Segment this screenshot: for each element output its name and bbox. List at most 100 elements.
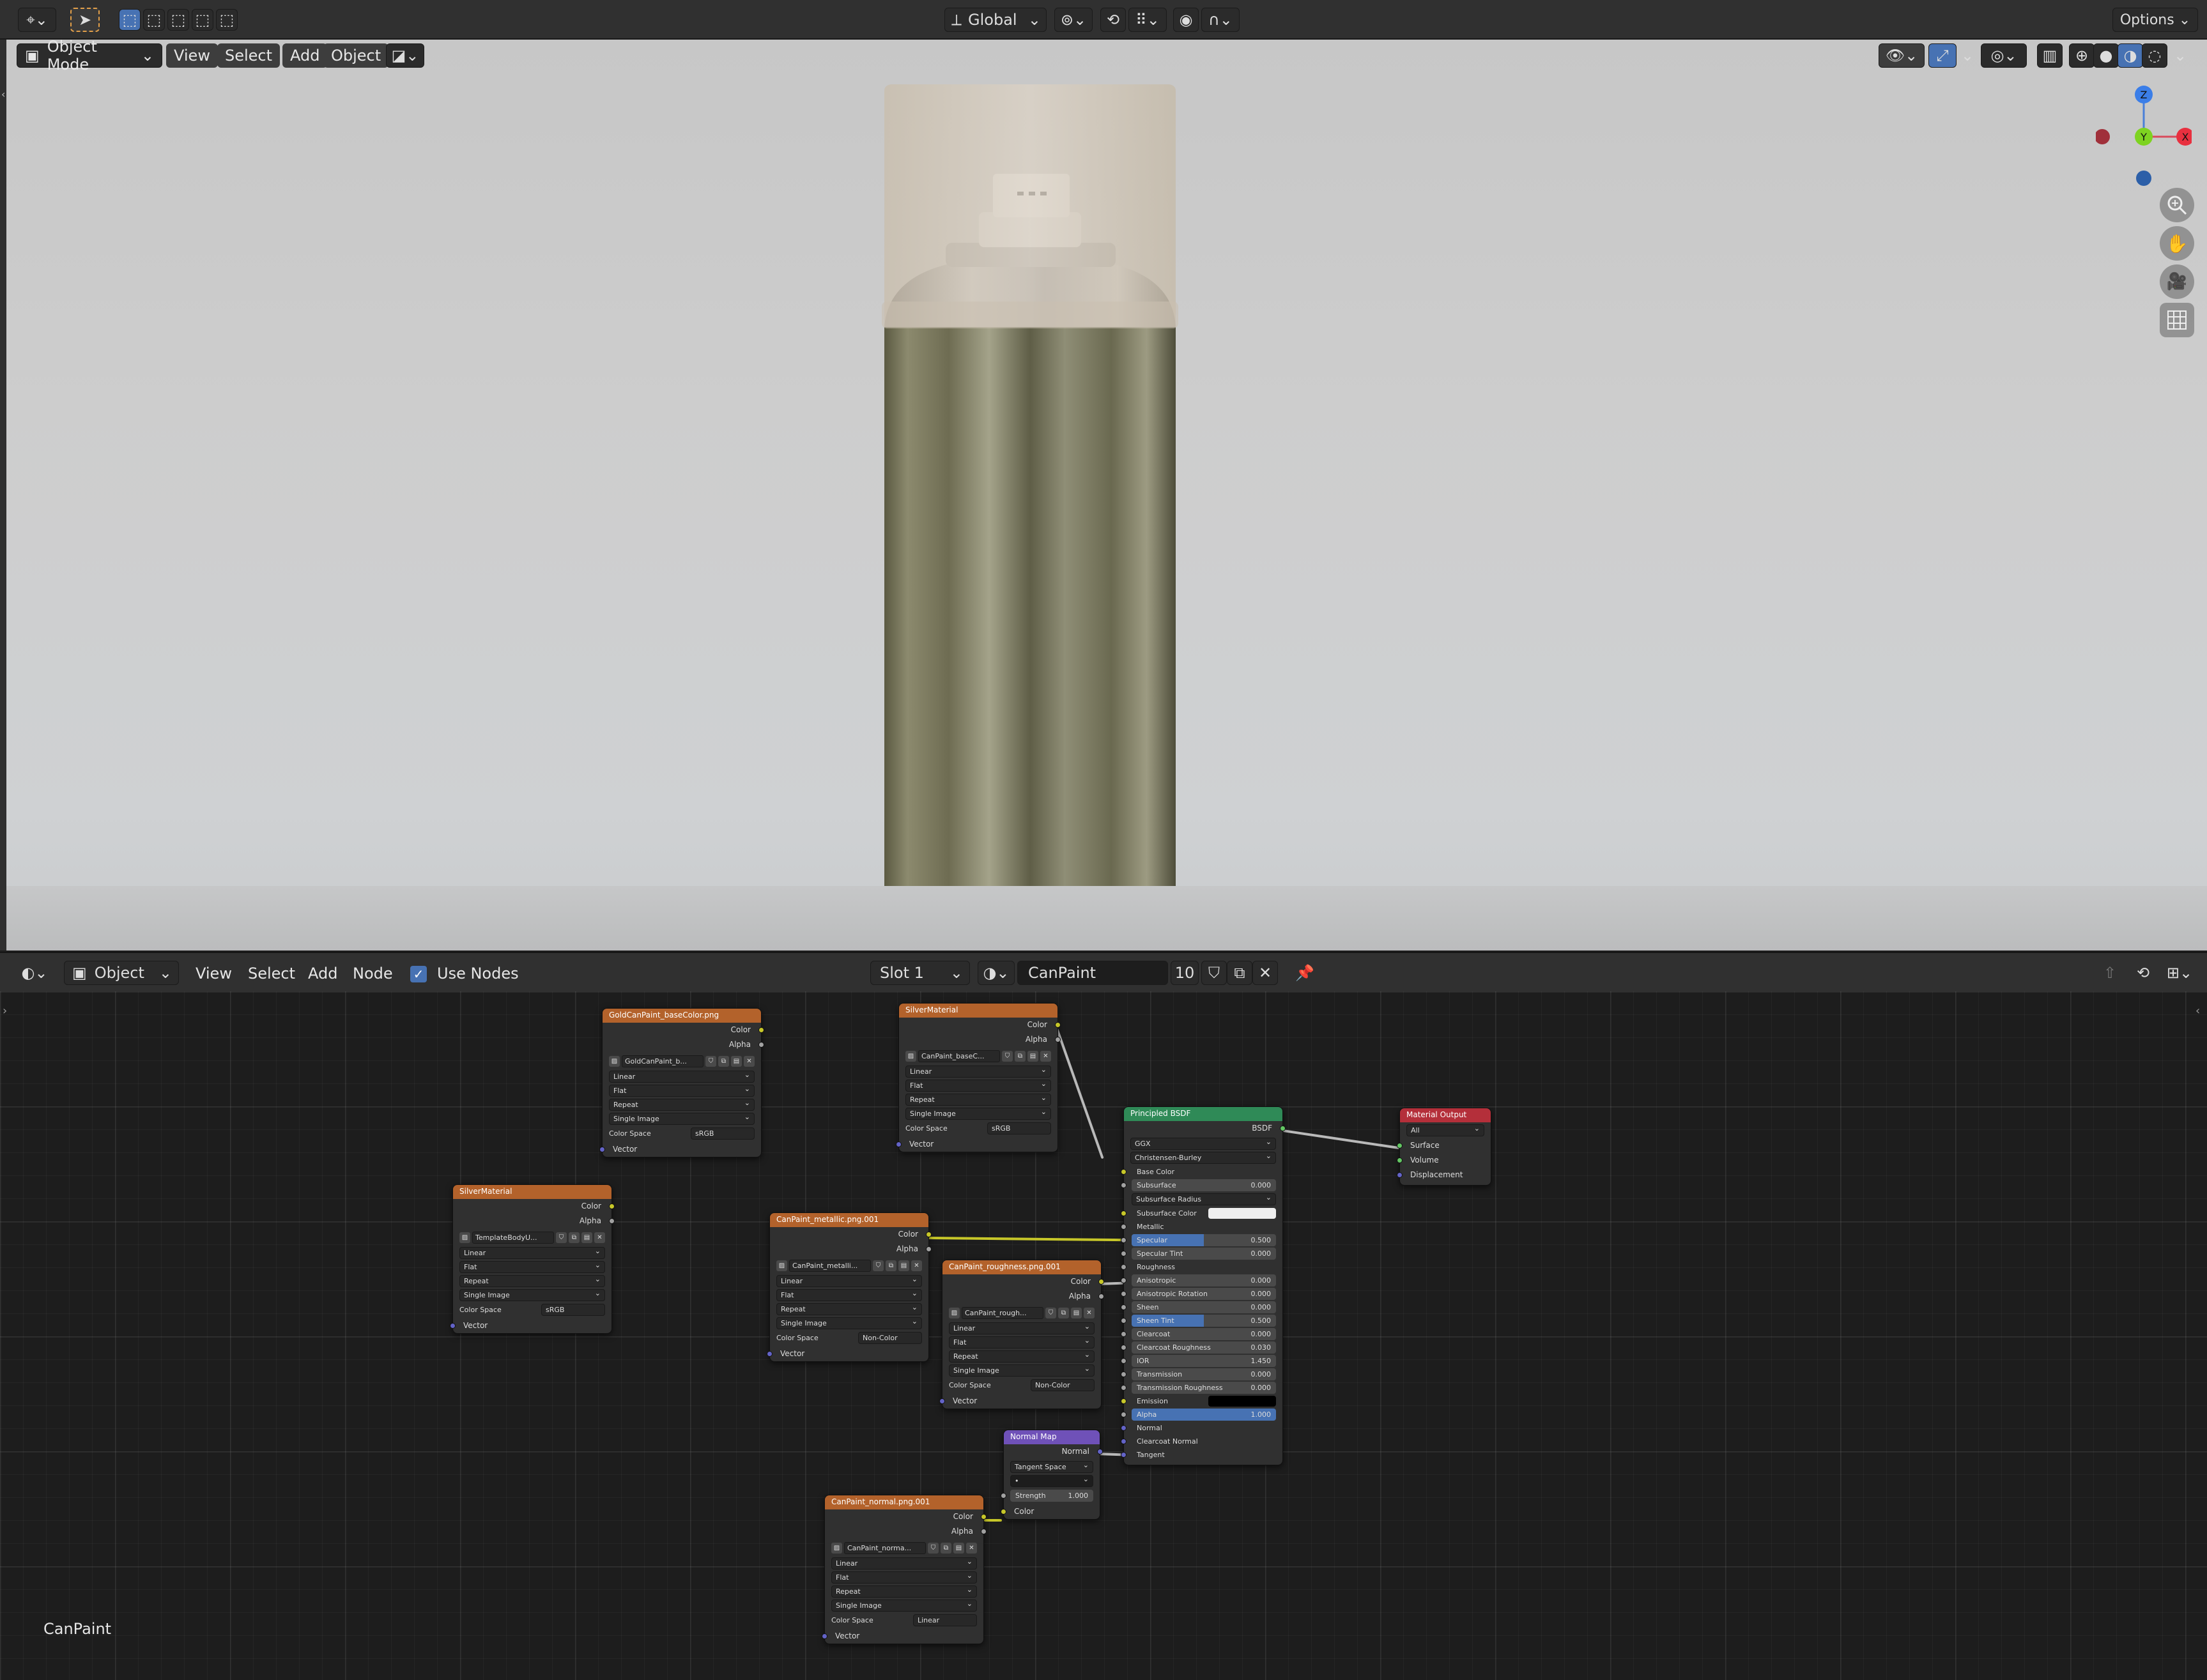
mode-dropdown[interactable]: ▣ Object Mode ⌄	[17, 40, 162, 73]
gizmo-toggle-icon[interactable]: ⤢	[1928, 43, 1957, 68]
strength-field[interactable]: Strength 1.000	[1001, 1490, 1093, 1502]
select-box-extend-icon[interactable]: ⬚	[143, 9, 165, 31]
extension-dropdown[interactable]: Repeat	[831, 1584, 977, 1598]
output-alpha-socket[interactable]: Alpha	[770, 1242, 932, 1256]
transform-affect-icon[interactable]: ◪⌄	[386, 43, 424, 68]
zoom-icon[interactable]	[2160, 188, 2194, 222]
socket-icon[interactable]	[1097, 1449, 1103, 1455]
open-folder-icon[interactable]: ▤	[898, 1260, 909, 1271]
input-anisotropic-rotation[interactable]: Anisotropic Rotation 0.000	[1121, 1288, 1276, 1300]
select-tool-icon[interactable]: ➤	[70, 8, 100, 32]
interpolation-dropdown[interactable]: Linear	[609, 1069, 755, 1083]
interpolation-dropdown[interactable]: Linear	[831, 1556, 977, 1569]
interpolation-dropdown[interactable]: Linear	[905, 1064, 1051, 1078]
rendered-shading-icon[interactable]: ◌	[2142, 43, 2167, 68]
colorspace-dropdown[interactable]: Non-Color	[858, 1332, 922, 1344]
close-icon[interactable]: ✕	[594, 1232, 605, 1243]
socket-icon[interactable]	[1121, 1224, 1127, 1230]
socket-icon[interactable]	[1121, 1264, 1127, 1270]
unlink-material-icon[interactable]: ✕	[1252, 961, 1278, 985]
input-subsurface-color[interactable]: Subsurface Color	[1121, 1207, 1276, 1219]
interpolation-dropdown[interactable]: Linear	[459, 1246, 605, 1259]
output-color-socket[interactable]: Color	[899, 1018, 1061, 1032]
socket-icon[interactable]	[1121, 1439, 1127, 1444]
node-menu[interactable]: Node	[353, 965, 393, 982]
source-dropdown[interactable]: Single Image	[459, 1288, 605, 1301]
input-alpha[interactable]: Alpha 1.000	[1121, 1409, 1276, 1421]
snap-toggle-icon[interactable]: ⟲	[1100, 8, 1126, 32]
input-vector-socket[interactable]: Vector	[599, 1142, 761, 1157]
projection-dropdown[interactable]: Flat	[459, 1260, 605, 1273]
select-box-invert-icon[interactable]: ⬚	[192, 9, 213, 31]
socket-icon[interactable]	[1121, 1182, 1127, 1188]
chevron-down-icon[interactable]: ⌄	[2169, 43, 2192, 68]
projection-dropdown[interactable]: Flat	[776, 1288, 922, 1301]
toolbar-expand-icon[interactable]: ‹	[1, 88, 12, 107]
interpolation-dropdown[interactable]: Linear	[949, 1321, 1095, 1334]
input-transmission[interactable]: Transmission 0.000	[1121, 1368, 1276, 1380]
wireframe-shading-icon[interactable]: ⊕	[2069, 43, 2095, 68]
subsurface-color-swatch[interactable]	[1208, 1208, 1276, 1219]
image-name[interactable]: TemplateBodyU...	[472, 1232, 554, 1244]
input-sheen-tint[interactable]: Sheen Tint 0.500	[1121, 1315, 1276, 1327]
fake-user-icon[interactable]: ⛉	[705, 1056, 716, 1067]
input-vector-socket[interactable]: Vector	[450, 1318, 611, 1333]
socket-icon[interactable]	[1121, 1452, 1127, 1458]
colorspace-dropdown[interactable]: sRGB	[691, 1127, 755, 1140]
image-selector[interactable]: ▨ TemplateBodyU... ⛉ ⧉ ▤ ✕	[459, 1231, 605, 1244]
open-folder-icon[interactable]: ▤	[1027, 1051, 1038, 1062]
xray-icon[interactable]: ▥	[2037, 43, 2063, 68]
input-displacement-socket[interactable]: Displacement	[1397, 1168, 1491, 1182]
input-roughness[interactable]: Roughness	[1121, 1261, 1276, 1273]
pin-icon[interactable]: 📌	[1292, 961, 1318, 985]
object-shader-type-dropdown[interactable]: ▣ Object ⌄	[64, 961, 179, 985]
projection-dropdown[interactable]: Flat	[905, 1078, 1051, 1092]
output-color-socket[interactable]: Color	[453, 1199, 615, 1214]
input-vector-socket[interactable]: Vector	[896, 1137, 1057, 1152]
source-dropdown[interactable]: Single Image	[776, 1316, 922, 1329]
socket-icon[interactable]	[609, 1218, 615, 1224]
extension-dropdown[interactable]: Repeat	[776, 1302, 922, 1315]
navigation-gizmo[interactable]: Z Y X	[2096, 79, 2192, 194]
duplicate-icon[interactable]: ⧉	[886, 1260, 896, 1271]
socket-icon[interactable]	[926, 1246, 932, 1252]
socket-icon[interactable]	[609, 1203, 615, 1209]
distribution-dropdown[interactable]: GGX	[1130, 1136, 1276, 1150]
image-texture-node-silver-left[interactable]: SilverMaterial Color Alpha ▨ TemplateBody…	[450, 1184, 615, 1334]
input-clearcoat-roughness[interactable]: Clearcoat Roughness 0.030	[1121, 1341, 1276, 1354]
socket-icon[interactable]	[1121, 1385, 1127, 1391]
socket-icon[interactable]	[1055, 1022, 1061, 1028]
socket-icon[interactable]	[758, 1042, 764, 1048]
image-selector[interactable]: ▨ CanPaint_baseC... ⛉ ⧉ ▤ ✕	[905, 1050, 1051, 1063]
socket-icon[interactable]	[758, 1027, 764, 1033]
source-dropdown[interactable]: Single Image	[905, 1106, 1051, 1120]
input-surface-socket[interactable]: Surface	[1397, 1138, 1491, 1153]
chevron-down-icon[interactable]: ⌄	[1958, 43, 1977, 68]
image-selector[interactable]: ▨ CanPaint_rough... ⛉ ⧉ ▤ ✕	[949, 1306, 1095, 1320]
output-normal-socket[interactable]: Normal	[1004, 1444, 1103, 1459]
socket-icon[interactable]	[1121, 1425, 1127, 1431]
socket-icon[interactable]	[1055, 1037, 1061, 1042]
open-folder-icon[interactable]: ▤	[953, 1543, 964, 1554]
input-transmission-roughness[interactable]: Transmission Roughness 0.000	[1121, 1382, 1276, 1394]
open-folder-icon[interactable]: ▤	[1071, 1308, 1082, 1318]
duplicate-icon[interactable]: ⧉	[718, 1056, 729, 1067]
close-icon[interactable]: ✕	[1040, 1051, 1051, 1062]
image-texture-node-silver-top[interactable]: SilverMaterial Color Alpha ▨ CanPaint_bas…	[896, 1003, 1061, 1152]
socket-icon[interactable]	[1121, 1345, 1127, 1350]
image-selector[interactable]: ▨ CanPaint_metalli... ⛉ ⧉ ▤ ✕	[776, 1259, 922, 1272]
snap-element-icon[interactable]: ⊞⌄	[2160, 961, 2199, 985]
output-alpha-socket[interactable]: Alpha	[942, 1289, 1104, 1304]
falloff-curve-icon[interactable]: ∩⌄	[1201, 8, 1240, 32]
input-emission[interactable]: Emission	[1121, 1395, 1276, 1407]
extension-dropdown[interactable]: Repeat	[459, 1274, 605, 1287]
colorspace-row[interactable]: Color Space Linear	[831, 1614, 977, 1627]
duplicate-icon[interactable]: ⧉	[1015, 1051, 1026, 1062]
neg-x-axis-icon[interactable]	[2096, 129, 2110, 144]
socket-icon[interactable]	[1121, 1251, 1127, 1256]
select-menu[interactable]: Select	[217, 43, 281, 68]
output-color-socket[interactable]: Color	[603, 1023, 764, 1037]
select-box-new-icon[interactable]: ⬚	[119, 9, 141, 31]
input-tangent[interactable]: Tangent	[1121, 1449, 1276, 1461]
input-vector-socket[interactable]: Vector	[767, 1347, 928, 1361]
